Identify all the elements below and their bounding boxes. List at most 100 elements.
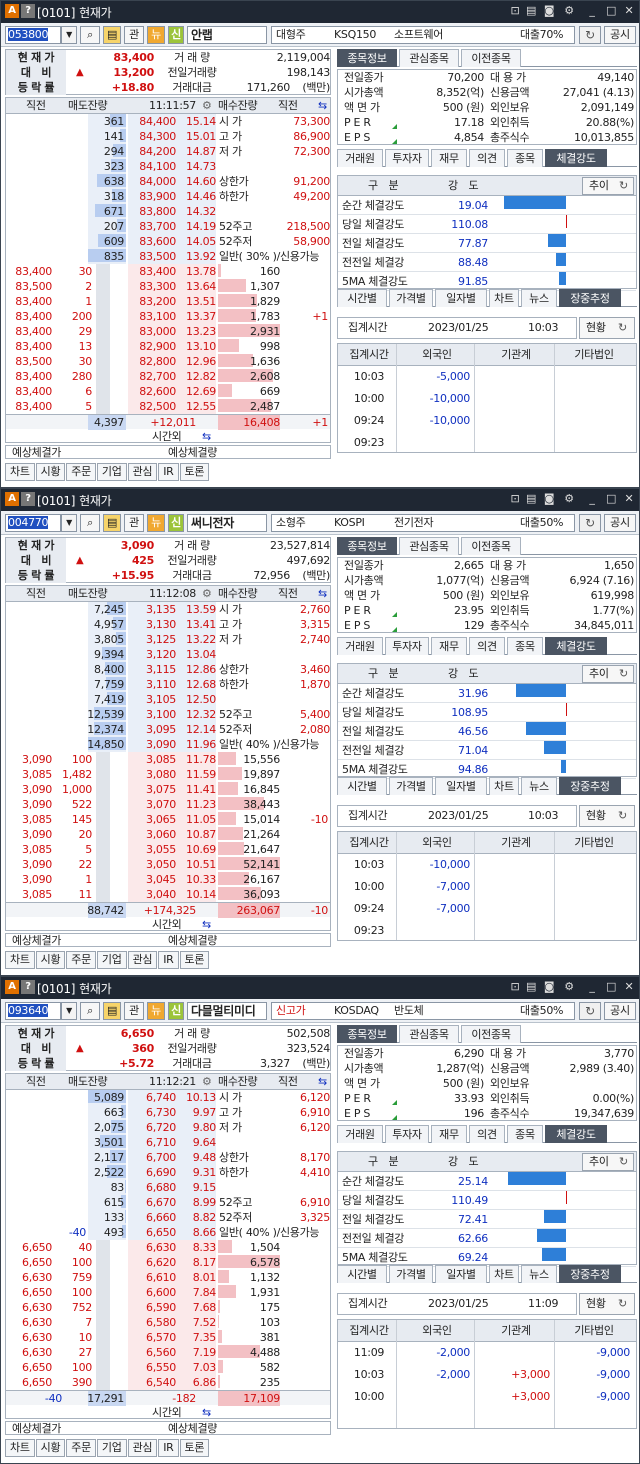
tab-top-1[interactable]: 관심종목: [399, 49, 459, 67]
tab-mid-5[interactable]: 체결강도: [545, 637, 607, 655]
ask-row[interactable]: 9,394 3,120 13.04: [6, 647, 330, 662]
ask-row[interactable]: 294 84,200 14.87 저 가 72,300: [6, 144, 330, 159]
tab-mid-5[interactable]: 체결강도: [545, 149, 607, 167]
tab-bot-3[interactable]: 차트: [489, 777, 519, 795]
tab-bot-1[interactable]: 가격별: [389, 1265, 433, 1283]
bid-row[interactable]: 6,630 7 6,580 7.52 103: [6, 1315, 330, 1330]
bid-row[interactable]: 6,630 27 6,560 7.19 4,488: [6, 1345, 330, 1360]
tab-mid-0[interactable]: 거래원: [337, 1125, 383, 1143]
ask-row[interactable]: 12,539 3,100 12.32 52주고 5,400: [6, 707, 330, 722]
bid-row[interactable]: 3,085 5 3,055 10.69 21,647: [6, 842, 330, 857]
ask-row[interactable]: 7,245 3,135 13.59 시 가 2,760: [6, 602, 330, 617]
swap-icon[interactable]: ⇆: [318, 98, 327, 113]
bottom-btn-5[interactable]: IR: [158, 463, 179, 481]
ask-row[interactable]: 2,522 6,690 9.31 하한가 4,410: [6, 1165, 330, 1180]
ask-row[interactable]: 318 83,900 14.46 하한가 49,200: [6, 189, 330, 204]
bid-row[interactable]: 83,400 5 82,500 12.55 2,487: [6, 399, 330, 414]
after-hours-row[interactable]: 시간외 ⇆: [6, 1405, 330, 1418]
close-icon[interactable]: ✕: [623, 5, 635, 17]
bid-row[interactable]: 6,630 752 6,590 7.68 175: [6, 1300, 330, 1315]
settings-icon[interactable]: ⚙: [563, 5, 575, 17]
bottom-btn-0[interactable]: 차트: [5, 1439, 35, 1457]
folder-icon[interactable]: ▤: [103, 1002, 121, 1020]
tab-mid-1[interactable]: 투자자: [385, 637, 429, 655]
trend-button[interactable]: 추이 ↻: [582, 177, 634, 195]
tab-bot-4[interactable]: 뉴스: [521, 1265, 557, 1283]
code-dropdown-button[interactable]: ▼: [61, 1002, 77, 1020]
ask-row[interactable]: 671 83,800 14.32: [6, 204, 330, 219]
tab-mid-1[interactable]: 투자자: [385, 1125, 429, 1143]
news-button[interactable]: 뉴: [147, 514, 165, 532]
stock-code-input[interactable]: 004770: [5, 514, 61, 532]
refresh-button[interactable]: ↻: [579, 514, 601, 532]
tab-mid-2[interactable]: 재무: [431, 637, 467, 655]
camera-icon[interactable]: ◙: [543, 493, 555, 505]
bid-row[interactable]: 83,400 6 82,600 12.69 669: [6, 384, 330, 399]
tab-bot-2[interactable]: 일자별: [435, 289, 487, 307]
tab-bot-2[interactable]: 일자별: [435, 1265, 487, 1283]
tab-mid-5[interactable]: 체결강도: [545, 1125, 607, 1143]
bottom-btn-6[interactable]: 토론: [179, 951, 210, 969]
bid-row[interactable]: 3,090 100 3,085 11.78 15,556: [6, 752, 330, 767]
gear-icon[interactable]: ⚙: [202, 1074, 212, 1089]
gear-icon[interactable]: ⚙: [202, 586, 212, 601]
bid-row[interactable]: 6,650 100 6,620 8.17 6,578: [6, 1255, 330, 1270]
trend-button[interactable]: 추이 ↻: [582, 1153, 634, 1171]
bottom-btn-4[interactable]: 관심: [127, 463, 158, 481]
bottom-btn-4[interactable]: 관심: [127, 1439, 158, 1457]
bid-row[interactable]: 83,400 280 82,700 12.82 2,608: [6, 369, 330, 384]
search-button[interactable]: ⌕: [80, 514, 100, 532]
swap-icon[interactable]: ⇆: [318, 586, 327, 601]
tab-mid-2[interactable]: 재무: [431, 1125, 467, 1143]
ask-row[interactable]: 2,075 6,720 9.80 저 가 6,120: [6, 1120, 330, 1135]
tab-mid-3[interactable]: 의견: [469, 149, 505, 167]
status-button[interactable]: 현황 ↻: [579, 317, 635, 339]
ask-row[interactable]: 835 83,500 13.92 일반( 30% )/신용가능: [6, 249, 330, 264]
bid-row[interactable]: 3,085 11 3,040 10.14 36,093: [6, 887, 330, 902]
disclosure-button[interactable]: 공시: [604, 1002, 636, 1020]
interest-button[interactable]: 관: [124, 1002, 144, 1020]
bid-row[interactable]: 3,090 22 3,050 10.51 52,141: [6, 857, 330, 872]
ask-row[interactable]: 5,089 6,740 10.13 시 가 6,120: [6, 1090, 330, 1105]
tab-bot-0[interactable]: 시간별: [337, 1265, 387, 1283]
memo-icon[interactable]: ▤: [525, 493, 537, 505]
bottom-btn-2[interactable]: 주문: [66, 951, 96, 969]
bid-row[interactable]: 3,090 1,000 3,075 11.41 16,845: [6, 782, 330, 797]
bid-row[interactable]: 6,630 759 6,610 8.01 1,132: [6, 1270, 330, 1285]
stock-code-input[interactable]: 093640: [5, 1002, 61, 1020]
maximize-icon[interactable]: □: [605, 493, 617, 505]
ask-row[interactable]: 3,805 3,125 13.22 저 가 2,740: [6, 632, 330, 647]
tab-bot-5[interactable]: 장중추정: [559, 1265, 621, 1283]
tab-bot-3[interactable]: 차트: [489, 289, 519, 307]
memo-icon[interactable]: ▤: [525, 5, 537, 17]
bid-row[interactable]: 3,090 522 3,070 11.23 38,443: [6, 797, 330, 812]
ask-row[interactable]: 3,501 6,710 9.64: [6, 1135, 330, 1150]
tab-top-0[interactable]: 종목정보: [337, 537, 397, 555]
tab-mid-2[interactable]: 재무: [431, 149, 467, 167]
bid-row[interactable]: 6,650 40 6,630 8.33 1,504: [6, 1240, 330, 1255]
bottom-btn-0[interactable]: 차트: [5, 951, 35, 969]
bid-row[interactable]: 83,400 13 82,900 13.10 998: [6, 339, 330, 354]
tab-bot-0[interactable]: 시간별: [337, 289, 387, 307]
close-icon[interactable]: ✕: [623, 981, 635, 993]
camera-icon[interactable]: ◙: [543, 981, 555, 993]
after-hours-row[interactable]: 시간외 ⇆: [6, 429, 330, 442]
bottom-btn-6[interactable]: 토론: [179, 1439, 210, 1457]
help-icon[interactable]: ?: [21, 492, 35, 506]
bid-row[interactable]: 3,090 20 3,060 10.87 21,264: [6, 827, 330, 842]
tab-bot-2[interactable]: 일자별: [435, 777, 487, 795]
bottom-btn-2[interactable]: 주문: [66, 463, 96, 481]
stock-code-input[interactable]: 053800: [5, 26, 61, 44]
bid-row[interactable]: 83,500 2 83,300 13.64 1,307: [6, 279, 330, 294]
tab-bot-3[interactable]: 차트: [489, 1265, 519, 1283]
refresh-button[interactable]: ↻: [579, 1002, 601, 1020]
status-button[interactable]: 현황 ↻: [579, 805, 635, 827]
ask-row[interactable]: 12,374 3,095 12.14 52주저 2,080: [6, 722, 330, 737]
interest-button[interactable]: 관: [124, 514, 144, 532]
disclosure-button[interactable]: 공시: [604, 26, 636, 44]
ask-row[interactable]: 7,759 3,110 12.68 하한가 1,870: [6, 677, 330, 692]
bid-row[interactable]: 83,400 200 83,100 13.37 1,783 +1: [6, 309, 330, 324]
trend-button[interactable]: 추이 ↻: [582, 665, 634, 683]
bid-row[interactable]: 6,650 100 6,550 7.03 582: [6, 1360, 330, 1375]
minimize-icon[interactable]: _: [586, 5, 598, 17]
